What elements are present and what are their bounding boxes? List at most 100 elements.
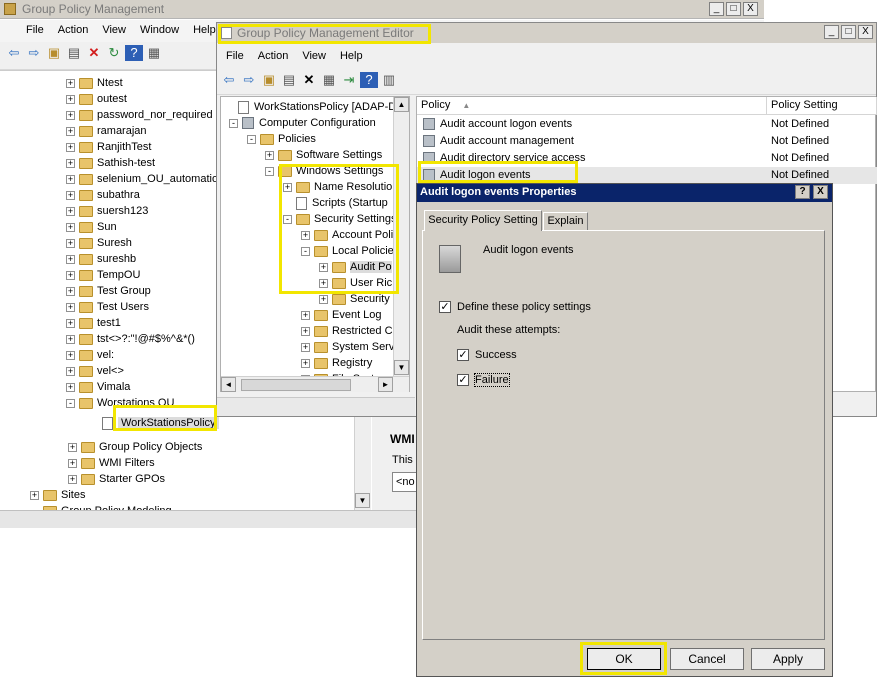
properties-icon[interactable]: ▦ <box>145 45 163 61</box>
gpm-tree-item[interactable]: + Test Users <box>66 299 149 315</box>
editor-delete-icon[interactable]: ✕ <box>300 72 318 88</box>
maximize-button[interactable]: □ <box>726 2 741 16</box>
editor-tree-item[interactable]: - Policies <box>247 131 316 147</box>
editor-forward-icon[interactable]: ⇨ <box>240 72 258 88</box>
gpm-tree-item[interactable]: + Ntest <box>66 75 123 91</box>
editor-tree-item[interactable]: + Registry <box>301 355 372 371</box>
editor-scroll-left-icon[interactable]: ◄ <box>221 377 236 392</box>
menu-view[interactable]: View <box>95 20 133 40</box>
gpm-tree-item[interactable]: + sureshb <box>66 251 136 267</box>
editor-tree-item[interactable]: WorkStationsPolicy [ADAP-DC1 <box>225 99 409 115</box>
gpm-tree-item[interactable]: + Sathish-test <box>66 155 155 171</box>
editor-tree-item[interactable]: - Computer Configuration <box>229 115 376 131</box>
editor-hscroll-thumb[interactable] <box>241 379 351 391</box>
editor-minimize-button[interactable]: _ <box>824 25 839 39</box>
show-tree-icon[interactable]: ▤ <box>65 45 83 61</box>
expand-icon[interactable]: + <box>319 294 328 304</box>
editor-menu-file[interactable]: File <box>217 46 251 66</box>
editor-tree-item[interactable]: + Restricted C <box>301 323 393 339</box>
gpm-tree-item[interactable]: + suersh123 <box>66 203 148 219</box>
menu-file[interactable]: File <box>0 20 51 40</box>
editor-close-button[interactable]: X <box>858 25 873 39</box>
gpm-tree-item[interactable]: + Vimala <box>66 379 130 395</box>
expand-icon[interactable]: + <box>66 286 75 296</box>
editor-maximize-button[interactable]: □ <box>841 25 856 39</box>
expand-icon[interactable]: + <box>66 174 75 184</box>
expand-icon[interactable]: + <box>66 254 75 264</box>
menu-window[interactable]: Window <box>133 20 186 40</box>
gpm-tree-item[interactable]: + ramarajan <box>66 123 147 139</box>
editor-properties-icon[interactable]: ▦ <box>320 72 338 88</box>
expand-icon[interactable]: + <box>66 302 75 312</box>
expand-icon[interactable]: + <box>66 190 75 200</box>
expand-icon[interactable]: + <box>66 206 75 216</box>
editor-scroll-right-icon[interactable]: ► <box>378 377 393 392</box>
dialog-help-button[interactable]: ? <box>795 185 810 199</box>
tab-explain[interactable]: Explain <box>543 212 588 230</box>
dialog-close-button[interactable]: X <box>813 185 828 199</box>
expand-icon[interactable]: + <box>66 238 75 248</box>
editor-export-icon[interactable]: ⇥ <box>340 72 358 88</box>
column-policy[interactable]: Policy ▲ <box>417 97 767 115</box>
failure-checkbox[interactable]: ✓ <box>457 374 469 387</box>
editor-tree-hscroll[interactable]: ◄ ► <box>221 376 409 392</box>
editor-menu-action[interactable]: Action <box>251 46 296 66</box>
expand-icon[interactable]: + <box>66 126 75 136</box>
editor-tree-item[interactable]: + Event Log <box>301 307 382 323</box>
expand-icon[interactable]: + <box>68 474 77 484</box>
editor-help-icon[interactable]: ? <box>360 72 378 88</box>
expand-icon[interactable]: - <box>229 118 238 128</box>
expand-icon[interactable]: + <box>66 158 75 168</box>
expand-icon[interactable]: + <box>301 342 310 352</box>
editor-tree-item[interactable]: + System Serv <box>301 339 394 355</box>
expand-icon[interactable]: + <box>66 334 75 344</box>
expand-icon[interactable]: + <box>301 326 310 336</box>
back-icon[interactable]: ⇦ <box>5 45 23 61</box>
gpm-tree-item[interactable]: + TempOU <box>66 267 140 283</box>
gpm-tree-item[interactable]: + RanjithTest <box>66 139 151 155</box>
editor-back-icon[interactable]: ⇦ <box>220 72 238 88</box>
gpm-tree-item[interactable]: + outest <box>66 91 127 107</box>
column-policy-setting[interactable]: Policy Setting <box>767 97 877 115</box>
editor-menu-help[interactable]: Help <box>333 46 370 66</box>
define-policy-checkbox[interactable]: ✓ <box>439 301 451 314</box>
expand-icon[interactable]: + <box>68 458 77 468</box>
apply-button[interactable]: Apply <box>751 648 825 670</box>
gpm-tree-item[interactable]: + selenium_OU_automation <box>66 171 224 187</box>
expand-icon[interactable]: + <box>66 382 75 392</box>
gpm-tree-item[interactable]: + tst<>?:"!@#$%^&*() <box>66 331 195 347</box>
gpm-tree-item[interactable]: + Suresh <box>66 235 132 251</box>
gpm-tree-item[interactable]: + Starter GPOs <box>68 471 165 487</box>
gpm-tree-item[interactable]: + Test Group <box>66 283 151 299</box>
gpm-tree-item[interactable]: + subathra <box>66 187 140 203</box>
gpm-tree-item[interactable]: + vel: <box>66 347 114 363</box>
expand-icon[interactable]: + <box>66 94 75 104</box>
expand-icon[interactable]: + <box>301 310 310 320</box>
editor-menu-view[interactable]: View <box>295 46 333 66</box>
expand-icon[interactable]: + <box>68 442 77 452</box>
expand-icon[interactable]: - <box>247 134 256 144</box>
menu-action[interactable]: Action <box>51 20 96 40</box>
delete-icon[interactable]: ✕ <box>85 45 103 61</box>
policy-row[interactable]: Audit account logon events Not Defined <box>417 116 877 133</box>
gpm-tree-item[interactable]: + Group Policy Objects <box>68 439 202 455</box>
gpm-tree-item[interactable]: + vel<> <box>66 363 124 379</box>
tab-security-policy-setting[interactable]: Security Policy Setting <box>424 210 542 231</box>
minimize-button[interactable]: _ <box>709 2 724 16</box>
expand-icon[interactable]: - <box>66 398 75 408</box>
expand-icon[interactable]: + <box>66 110 75 120</box>
up-folder-icon[interactable]: ▣ <box>45 45 63 61</box>
expand-icon[interactable]: + <box>66 366 75 376</box>
gpm-tree-item[interactable]: + test1 <box>66 315 121 331</box>
editor-up-icon[interactable]: ▣ <box>260 72 278 88</box>
expand-icon[interactable]: + <box>301 358 310 368</box>
help-icon[interactable]: ? <box>125 45 143 61</box>
expand-icon[interactable]: + <box>66 142 75 152</box>
editor-tree-item[interactable]: + Software Settings <box>265 147 382 163</box>
expand-icon[interactable]: + <box>66 350 75 360</box>
expand-icon[interactable]: - <box>265 166 274 176</box>
policy-row[interactable]: Audit account management Not Defined <box>417 133 877 150</box>
gpm-tree-item[interactable]: + password_nor_required <box>66 107 213 123</box>
expand-icon[interactable]: + <box>30 490 39 500</box>
gpm-tree-scrollbar[interactable]: ▼ <box>354 416 371 510</box>
